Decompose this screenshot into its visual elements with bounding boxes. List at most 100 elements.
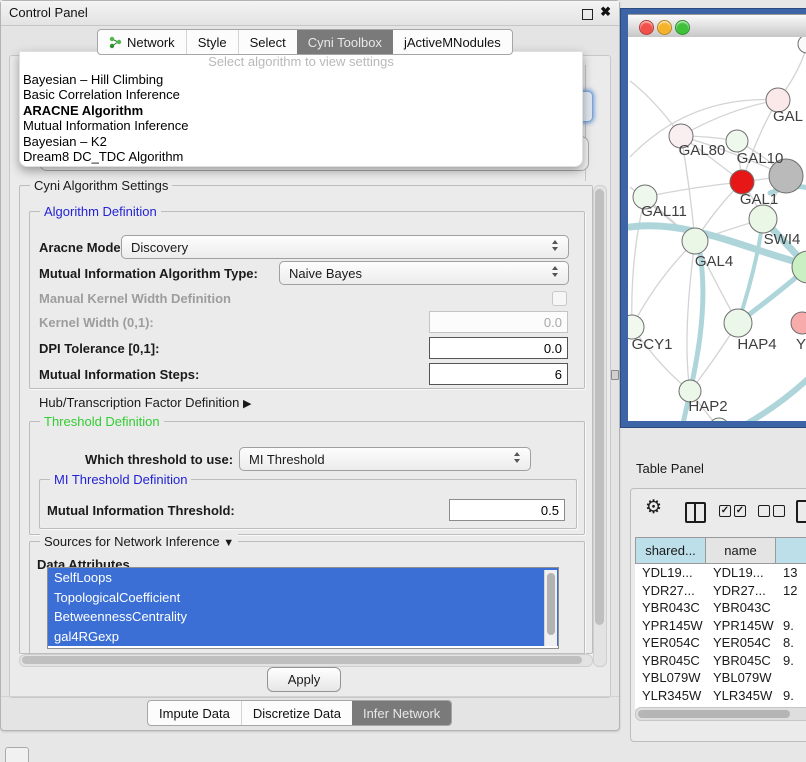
tab-impute-data[interactable]: Impute Data — [148, 701, 241, 725]
table-row[interactable]: YBR043CYBR043C — [635, 599, 806, 617]
attr-items-container: SelfLoopsTopologicalCoefficientBetweenne… — [48, 568, 558, 646]
hub-definition-toggle[interactable]: Hub/Transcription Factor Definition ▶ — [39, 395, 251, 410]
aracne-mode-label: Aracne Mode: — [39, 240, 125, 255]
network-node[interactable] — [724, 309, 752, 337]
attribute-list-item[interactable]: gal4RGexp — [48, 627, 558, 647]
table-row[interactable]: YBR045CYBR045C9. — [635, 652, 806, 670]
dropdown-item[interactable]: Bayesian – K2 — [20, 134, 582, 149]
data-attributes-list[interactable]: SelfLoopsTopologicalCoefficientBetweenne… — [47, 567, 559, 649]
table-row[interactable]: YLR345WYLR345W9. — [635, 687, 806, 705]
mi-steps-field[interactable] — [429, 363, 568, 385]
table-row[interactable]: YPR145WYPR145W9. — [635, 617, 806, 635]
network-node-label: GAL1 — [740, 191, 778, 208]
table-row[interactable]: YER054CYER054C8. — [635, 634, 806, 652]
unchecked-checkbox-icon[interactable] — [758, 505, 770, 517]
network-node[interactable] — [749, 205, 777, 233]
network-node[interactable] — [798, 37, 806, 53]
dpi-tolerance-label: DPI Tolerance [0,1]: — [39, 341, 159, 356]
table-cell: YPR145W — [706, 617, 776, 635]
tab-network-label: Network — [127, 35, 175, 50]
table-cell: 9. — [776, 652, 806, 670]
restore-icon[interactable] — [582, 9, 593, 20]
dpi-tolerance-field[interactable] — [429, 337, 568, 359]
dropdown-item[interactable]: ARACNE Algorithm — [20, 103, 582, 118]
column-header-partial[interactable] — [776, 538, 806, 563]
attribute-list-item[interactable]: SelfLoops — [48, 568, 558, 588]
table-horizontal-scrollbar[interactable] — [635, 707, 806, 721]
tab-style-label: Style — [198, 35, 227, 50]
network-node[interactable] — [682, 228, 708, 254]
attribute-list-item[interactable]: BetweennessCentrality — [48, 607, 558, 627]
close-traffic-light[interactable] — [639, 20, 654, 35]
tab-select[interactable]: Select — [238, 30, 297, 54]
dropdown-item[interactable]: Mutual Information Inference — [20, 118, 582, 133]
tab-discretize-data[interactable]: Discretize Data — [241, 701, 352, 725]
table-cell: 9. — [776, 687, 806, 705]
aracne-mode-value: Discovery — [131, 240, 188, 255]
table-row[interactable]: YDR27...YDR27...12 — [635, 582, 806, 600]
scrollbar-thumb[interactable] — [638, 710, 790, 718]
close-icon[interactable]: ✖ — [600, 4, 611, 20]
column-header-name[interactable]: name — [706, 538, 776, 563]
network-view-titlebar[interactable] — [628, 14, 806, 38]
apply-button[interactable]: Apply — [267, 667, 341, 692]
tab-cyni-toolbox[interactable]: Cyni Toolbox — [297, 30, 393, 54]
network-node-label: HAP2 — [688, 398, 727, 415]
group-title: Cyni Algorithm Settings — [30, 178, 172, 193]
tab-jactivemnodules-label: jActiveMNodules — [404, 35, 501, 50]
splitter-grip[interactable] — [611, 370, 619, 380]
table-cell: YER054C — [706, 634, 776, 652]
tab-jactivemnodules[interactable]: jActiveMNodules — [393, 30, 512, 54]
network-node[interactable] — [726, 130, 748, 152]
table-cell: 12 — [776, 582, 806, 600]
sources-toggle[interactable]: Sources for Network Inference ▼ — [40, 534, 238, 551]
table-cell: YBL079W — [635, 669, 706, 687]
checked-checkbox-icon[interactable]: ✓ — [719, 505, 731, 517]
which-threshold-combo[interactable]: MI Threshold — [239, 447, 531, 471]
dropdown-item[interactable]: Dream8 DC_TDC Algorithm — [20, 149, 582, 164]
checked-checkbox-icon[interactable]: ✓ — [734, 505, 746, 517]
zoom-traffic-light[interactable] — [675, 20, 690, 35]
partial-corner-button[interactable] — [5, 747, 29, 762]
aracne-mode-combo[interactable]: Discovery — [121, 235, 569, 259]
network-icon — [109, 36, 122, 49]
stepper-arrows-icon — [514, 452, 521, 463]
column-header-shared-name[interactable]: shared... — [635, 538, 706, 563]
tab-network[interactable]: Network — [98, 30, 186, 54]
network-view-window[interactable]: GALGAL80GAL10GAL1SWI4GAL11GAL4GCY1HAP4YH… — [620, 8, 806, 428]
table-row[interactable]: YDL19...YDL19...13 — [635, 564, 806, 582]
network-node-label: Y — [796, 336, 806, 353]
table-row[interactable]: YBL079WYBL079W — [635, 669, 806, 687]
tab-style[interactable]: Style — [186, 30, 238, 54]
stepper-arrows-icon — [552, 266, 559, 277]
application-root: Control Panel ✖ Network Style Sel — [0, 0, 806, 762]
algorithm-dropdown-popup: Select algorithm to view settings Bayesi… — [19, 51, 583, 167]
network-node[interactable] — [791, 312, 806, 334]
manual-kernel-checkbox[interactable] — [552, 291, 567, 306]
mi-threshold-field[interactable] — [449, 499, 565, 521]
minimize-traffic-light[interactable] — [657, 20, 672, 35]
scrollbar-thumb[interactable] — [547, 573, 555, 635]
unchecked-checkbox-icon[interactable] — [773, 505, 785, 517]
dropdown-item[interactable]: Bayesian – Hill Climbing — [20, 72, 582, 87]
panel-title: Control Panel — [9, 1, 88, 25]
kernel-width-label: Kernel Width (0,1): — [39, 315, 154, 330]
mi-type-combo[interactable]: Naive Bayes — [279, 261, 569, 285]
panel-divider — [1, 696, 619, 697]
split-columns-icon[interactable] — [685, 502, 706, 523]
scrollbar-thumb[interactable] — [595, 189, 604, 625]
attribute-list-item[interactable]: TopologicalCoefficient — [48, 588, 558, 608]
manual-kernel-label: Manual Kernel Width Definition — [39, 291, 231, 306]
gear-icon[interactable]: ⚙ — [645, 496, 662, 519]
document-icon[interactable] — [796, 500, 806, 523]
sources-title: Sources for Network Inference — [44, 534, 220, 549]
network-edge — [632, 241, 695, 327]
tab-infer-network[interactable]: Infer Network — [352, 701, 451, 725]
scrollbar-thumb[interactable] — [22, 656, 582, 664]
table-cell: YBR045C — [706, 652, 776, 670]
table-body: YDL19...YDL19...13YDR27...YDR27...12YBR0… — [635, 564, 806, 709]
dropdown-item[interactable]: Basic Correlation Inference — [20, 87, 582, 102]
table-cell — [776, 669, 806, 687]
network-canvas[interactable]: GALGAL80GAL10GAL1SWI4GAL11GAL4GCY1HAP4YH… — [628, 37, 806, 421]
list-scrollbar[interactable] — [544, 570, 557, 646]
